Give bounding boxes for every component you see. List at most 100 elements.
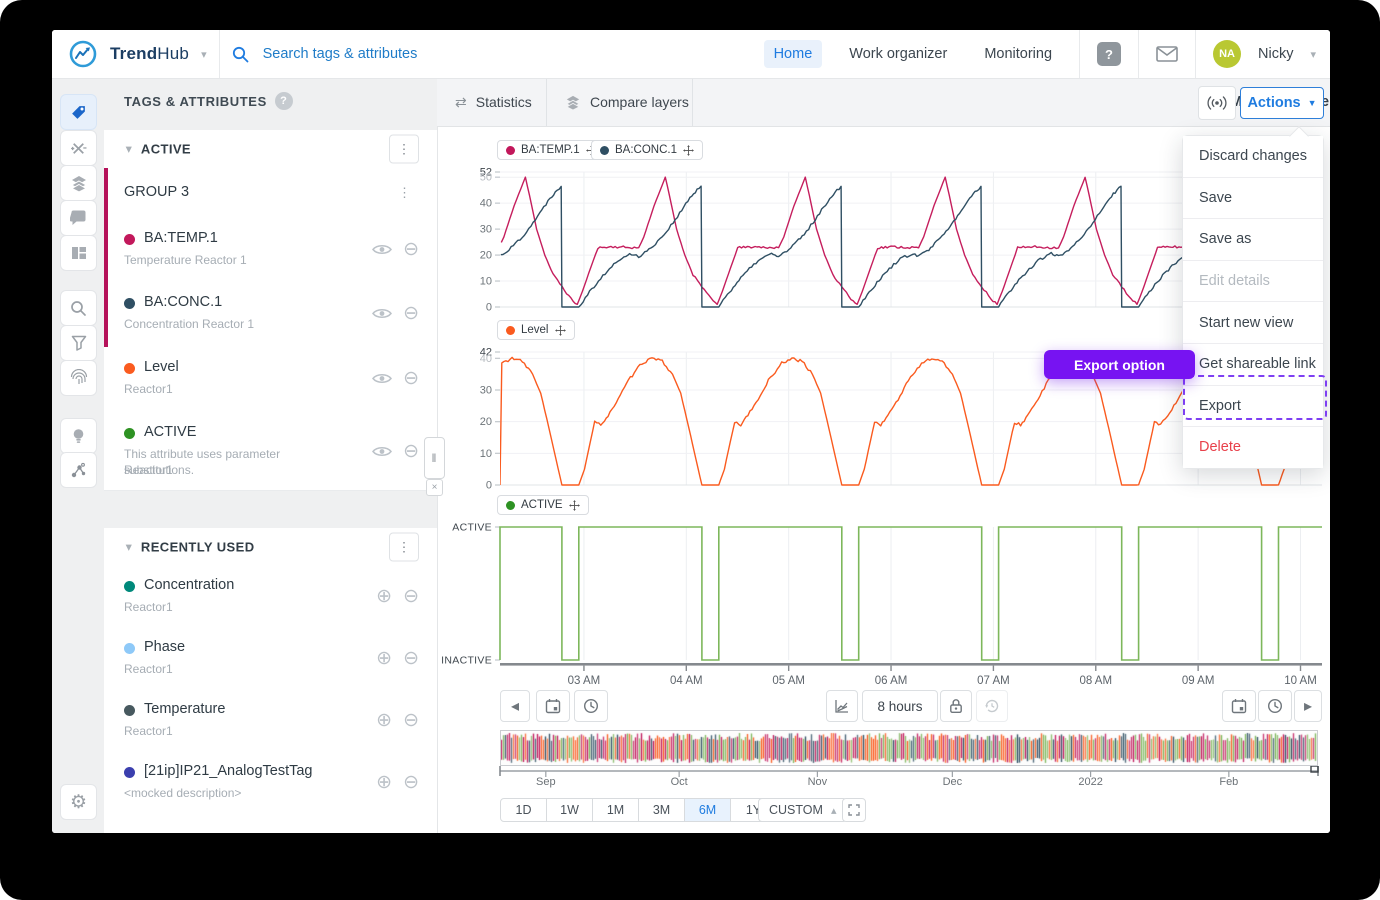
fullscreen-button[interactable] xyxy=(842,798,866,822)
zoom-preset-1d[interactable]: 1D xyxy=(500,798,547,822)
rail-layers-button[interactable] xyxy=(60,165,97,201)
custom-range-button[interactable]: CUSTOM ▴ xyxy=(758,798,847,822)
visibility-eye-icon[interactable] xyxy=(372,372,392,385)
menu-item-save[interactable]: Save xyxy=(1183,178,1323,220)
chevron-down-icon[interactable]: ▾ xyxy=(126,143,132,156)
duration-box[interactable]: 8 hours xyxy=(862,690,938,722)
svg-text:10: 10 xyxy=(480,276,492,288)
remove-circle-icon[interactable]: ⊖ xyxy=(403,304,419,323)
help-icon[interactable]: ? xyxy=(1097,42,1121,66)
rail-dashboard-button[interactable] xyxy=(60,235,97,271)
trend-mode-button[interactable] xyxy=(826,690,858,722)
legend-chip-ba-conc-1[interactable]: BA:CONC.1 xyxy=(591,140,703,160)
overview-month-label: Dec xyxy=(943,776,963,788)
zoom-preset-1m[interactable]: 1M xyxy=(592,798,639,822)
tag-row-ip21-analogtesttag[interactable]: [21ip]IP21_AnalogTestTag <mocked descrip… xyxy=(104,752,437,815)
section-kebab-button[interactable]: ⋮ xyxy=(389,135,419,164)
zoom-preset-1w[interactable]: 1W xyxy=(546,798,593,822)
nav-monitoring[interactable]: Monitoring xyxy=(974,40,1062,68)
svg-text:05 AM: 05 AM xyxy=(772,675,805,687)
rail-fingerprint-button[interactable] xyxy=(60,360,97,396)
time-start-button[interactable] xyxy=(574,690,608,722)
add-circle-icon[interactable]: ⊕ xyxy=(376,587,392,606)
legend-dot xyxy=(506,326,515,335)
brand-chevron-down-icon[interactable]: ▾ xyxy=(201,48,207,61)
remove-circle-icon[interactable]: ⊖ xyxy=(403,369,419,388)
tag-color-dot xyxy=(124,428,135,439)
user-name[interactable]: Nicky xyxy=(1258,46,1293,62)
add-circle-icon[interactable]: ⊕ xyxy=(376,773,392,792)
tab-label: Statistics xyxy=(476,94,532,110)
overview-strip[interactable] xyxy=(500,730,1318,766)
menu-item-delete[interactable]: Delete xyxy=(1183,427,1323,468)
nav-work-organizer[interactable]: Work organizer xyxy=(839,40,957,68)
add-circle-icon[interactable]: ⊕ xyxy=(376,711,392,730)
add-circle-icon[interactable]: ⊕ xyxy=(376,649,392,668)
tag-row-ba-conc-1[interactable]: BA:CONC.1 Concentration Reactor 1 ⊖ xyxy=(104,282,437,348)
calendar-end-button[interactable] xyxy=(1222,690,1256,722)
remove-circle-icon[interactable]: ⊖ xyxy=(403,711,419,730)
remove-circle-icon[interactable]: ⊖ xyxy=(403,442,419,461)
remove-circle-icon[interactable]: ⊖ xyxy=(403,240,419,259)
rail-tags-button[interactable] xyxy=(60,94,97,130)
section-recently-used-header[interactable]: ▾ RECENTLY USED ⋮ xyxy=(104,528,437,567)
rail-comments-button[interactable] xyxy=(60,200,97,236)
live-broadcast-button[interactable] xyxy=(1198,86,1236,120)
rail-context-button[interactable] xyxy=(60,452,97,488)
section-active-header[interactable]: ▾ ACTIVE ⋮ xyxy=(104,130,437,169)
group-row[interactable]: GROUP 3 ⋮ xyxy=(104,168,437,219)
tag-row-phase[interactable]: Phase Reactor1 ⊕ ⊖ xyxy=(104,628,437,691)
visibility-eye-icon[interactable] xyxy=(372,243,392,256)
group-kebab-button[interactable]: ⋮ xyxy=(398,185,411,201)
rail-search-button[interactable] xyxy=(60,290,97,326)
panel-help-icon[interactable]: ? xyxy=(275,92,293,110)
lock-duration-button[interactable] xyxy=(940,690,972,722)
avatar[interactable]: NA xyxy=(1213,40,1241,68)
menu-item-save-as[interactable]: Save as xyxy=(1183,219,1323,261)
rail-filter-button[interactable] xyxy=(60,325,97,361)
nav-home[interactable]: Home xyxy=(764,40,823,68)
time-end-button[interactable] xyxy=(1258,690,1292,722)
tag-row-ba-temp-1[interactable]: BA:TEMP.1 Temperature Reactor 1 ⊖ xyxy=(104,218,437,283)
panel-collapse-button[interactable]: × xyxy=(426,479,443,496)
tag-row-concentration[interactable]: Concentration Reactor1 ⊕ ⊖ xyxy=(104,566,437,629)
tag-name: ACTIVE xyxy=(144,424,196,440)
rail-settings-button[interactable]: ⚙ xyxy=(60,784,97,820)
history-icon xyxy=(984,698,1000,714)
history-refresh-button[interactable] xyxy=(976,690,1008,722)
mail-icon[interactable] xyxy=(1156,46,1178,62)
panel-resize-handle[interactable]: ‖ xyxy=(424,437,445,479)
search-input[interactable] xyxy=(261,45,565,63)
pan-right-button[interactable]: ▸ xyxy=(1294,690,1322,722)
rail-formulas-button[interactable] xyxy=(60,130,97,166)
actions-button[interactable]: Actions ▼ xyxy=(1240,87,1324,119)
remove-circle-icon[interactable]: ⊖ xyxy=(403,587,419,606)
remove-circle-icon[interactable]: ⊖ xyxy=(403,773,419,792)
legend-chip-level[interactable]: Level xyxy=(497,320,575,340)
custom-label: CUSTOM xyxy=(769,803,823,817)
visibility-eye-icon[interactable] xyxy=(372,307,392,320)
tag-row-level[interactable]: Level Reactor1 ⊖ xyxy=(104,347,437,413)
legend-chip-ba-temp-1[interactable]: BA:TEMP.1 xyxy=(497,140,606,160)
legend-dot xyxy=(600,146,609,155)
tab-statistics[interactable]: ⇄ Statistics xyxy=(437,78,550,126)
visibility-eye-icon[interactable] xyxy=(372,445,392,458)
zoom-preset-6m[interactable]: 6M xyxy=(684,798,731,822)
tag-row-active[interactable]: ACTIVE This attribute uses parameter sub… xyxy=(104,412,437,491)
user-chevron-down-icon[interactable]: ▾ xyxy=(1310,48,1316,61)
chevron-down-icon[interactable]: ▾ xyxy=(126,541,132,554)
trendhub-logo-icon xyxy=(68,39,98,69)
comment-icon xyxy=(70,210,87,226)
tab-compare-layers[interactable]: Compare layers xyxy=(547,78,707,126)
tag-row-temperature[interactable]: Temperature Reactor1 ⊕ ⊖ xyxy=(104,690,437,753)
section-kebab-button[interactable]: ⋮ xyxy=(389,533,419,562)
legend-chip-active[interactable]: ACTIVE xyxy=(497,495,589,515)
menu-item-start-new-view[interactable]: Start new view xyxy=(1183,302,1323,344)
zoom-preset-3m[interactable]: 3M xyxy=(638,798,685,822)
pan-left-button[interactable]: ◂ xyxy=(500,690,530,722)
tag-name: BA:TEMP.1 xyxy=(144,230,218,246)
svg-text:10: 10 xyxy=(480,448,492,460)
rail-recommendations-button[interactable] xyxy=(60,418,97,454)
remove-circle-icon[interactable]: ⊖ xyxy=(403,649,419,668)
calendar-start-button[interactable] xyxy=(536,690,570,722)
